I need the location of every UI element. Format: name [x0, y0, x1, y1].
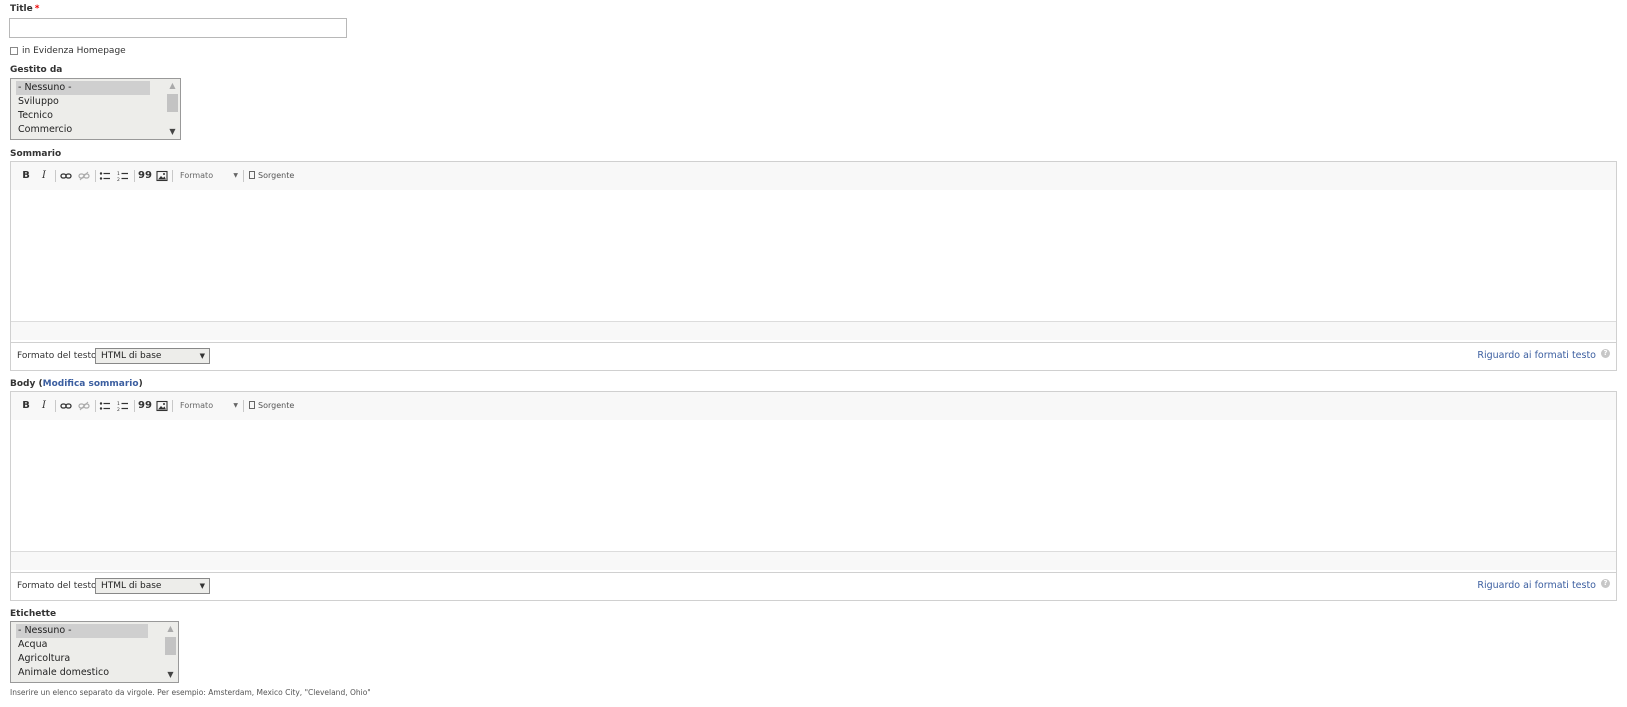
source-button-label: Sorgente	[258, 171, 295, 180]
italic-button[interactable]: I	[39, 400, 49, 412]
help-icon[interactable]: ?	[1601, 579, 1610, 588]
image-icon[interactable]	[156, 170, 168, 182]
tags-listbox[interactable]: - Nessuno - Acqua Agricoltura Animale do…	[10, 621, 179, 683]
body-text-area[interactable]	[11, 420, 1616, 551]
toolbar-separator	[243, 170, 244, 182]
tags-option[interactable]: Agricoltura	[16, 652, 70, 666]
bold-button[interactable]: B	[21, 400, 31, 412]
numbered-list-icon[interactable]: 12	[117, 170, 129, 183]
body-editor: B I 12 99 Formato ▼ Sorgente Formato del …	[10, 391, 1617, 601]
toolbar-separator	[134, 400, 135, 412]
svg-text:1: 1	[117, 401, 120, 407]
bulleted-list-icon[interactable]	[99, 400, 111, 412]
managed-by-scrollbar[interactable]: ▲ ▼	[166, 80, 179, 138]
italic-button[interactable]: I	[39, 170, 49, 182]
toolbar-separator	[134, 170, 135, 182]
source-button[interactable]: Sorgente	[249, 170, 309, 182]
managed-by-option[interactable]: Commercio	[16, 123, 72, 137]
text-format-value: HTML di base	[101, 581, 162, 591]
toolbar-separator	[95, 400, 96, 412]
svg-text:2: 2	[117, 177, 120, 182]
featured-checkbox-label: in Evidenza Homepage	[22, 46, 126, 56]
summary-text-area[interactable]	[11, 190, 1616, 321]
scroll-up-arrow-icon[interactable]: ▲	[164, 623, 177, 635]
toolbar-separator	[55, 400, 56, 412]
numbered-list-icon[interactable]: 12	[117, 400, 129, 413]
body-format-row: Formato del testo HTML di base ▼ Riguardo…	[11, 572, 1616, 600]
body-status-bar	[11, 551, 1616, 570]
managed-by-option[interactable]: - Nessuno -	[16, 81, 150, 95]
scroll-down-arrow-icon[interactable]: ▼	[166, 126, 179, 138]
source-button[interactable]: Sorgente	[249, 400, 309, 412]
format-dropdown-label: Formato	[180, 401, 214, 410]
title-input[interactable]	[9, 18, 347, 38]
title-label: Title *	[10, 4, 40, 14]
body-toolbar: B I 12 99 Formato ▼ Sorgente	[11, 392, 1616, 421]
scrollbar-thumb[interactable]	[165, 637, 176, 655]
chevron-down-icon: ▼	[199, 582, 205, 590]
managed-by-option[interactable]: Tecnico	[16, 109, 53, 123]
unlink-icon[interactable]	[78, 170, 90, 182]
svg-text:1: 1	[117, 171, 120, 177]
toolbar-separator	[243, 400, 244, 412]
required-marker: *	[34, 4, 40, 14]
managed-by-listbox[interactable]: - Nessuno - Sviluppo Tecnico Commercio ▲…	[10, 78, 181, 140]
chevron-down-icon: ▼	[233, 172, 238, 179]
bold-button[interactable]: B	[21, 170, 31, 182]
text-format-value: HTML di base	[101, 351, 162, 361]
source-button-label: Sorgente	[258, 401, 295, 410]
bulleted-list-icon[interactable]	[99, 170, 111, 182]
chevron-down-icon: ▼	[233, 402, 238, 409]
toolbar-separator	[95, 170, 96, 182]
text-format-label: Formato del testo	[17, 581, 97, 591]
format-dropdown[interactable]: Formato ▼	[180, 400, 238, 412]
featured-checkbox-row[interactable]: in Evidenza Homepage	[10, 45, 126, 57]
tags-help-text: Inserire un elenco separato da virgole. …	[10, 688, 371, 697]
source-icon	[249, 401, 255, 409]
help-icon[interactable]: ?	[1601, 349, 1610, 358]
link-icon[interactable]	[60, 170, 72, 182]
managed-by-label: Gestito da	[10, 65, 63, 75]
summary-label: Sommario	[10, 149, 62, 159]
tags-option[interactable]: Animale domestico	[16, 666, 109, 680]
unlink-icon[interactable]	[78, 400, 90, 412]
summary-status-bar	[11, 321, 1616, 340]
blockquote-button[interactable]: 99	[138, 400, 152, 412]
scroll-down-arrow-icon[interactable]: ▼	[164, 669, 177, 681]
scrollbar-thumb[interactable]	[167, 94, 178, 112]
text-format-help-link[interactable]: Riguardo ai formati testo	[1477, 350, 1596, 361]
tags-option[interactable]: - Nessuno -	[16, 624, 148, 638]
managed-by-option[interactable]: Sviluppo	[16, 95, 59, 109]
svg-text:2: 2	[117, 407, 120, 412]
format-dropdown-label: Formato	[180, 171, 214, 180]
scroll-up-arrow-icon[interactable]: ▲	[166, 80, 179, 92]
toolbar-separator	[172, 400, 173, 412]
image-icon[interactable]	[156, 400, 168, 412]
text-format-select[interactable]: HTML di base ▼	[95, 578, 210, 594]
tags-scrollbar[interactable]: ▲ ▼	[164, 623, 177, 681]
link-icon[interactable]	[60, 400, 72, 412]
featured-checkbox[interactable]	[10, 47, 18, 55]
tags-option[interactable]: Acqua	[16, 638, 47, 652]
tags-label: Etichette	[10, 609, 57, 619]
text-format-help-link[interactable]: Riguardo ai formati testo	[1477, 580, 1596, 591]
text-format-label: Formato del testo	[17, 351, 97, 361]
format-dropdown[interactable]: Formato ▼	[180, 170, 238, 182]
summary-format-row: Formato del testo HTML di base ▼ Riguardo…	[11, 342, 1616, 370]
body-label: Body (Modifica sommario)	[10, 379, 143, 389]
toolbar-separator	[55, 170, 56, 182]
source-icon	[249, 171, 255, 179]
chevron-down-icon: ▼	[199, 352, 205, 360]
summary-editor: B I 12 99 Formato ▼ Sorgente Formato del …	[10, 161, 1617, 371]
edit-summary-link[interactable]: Modifica sommario	[43, 379, 139, 389]
summary-toolbar: B I 12 99 Formato ▼ Sorgente	[11, 162, 1616, 191]
toolbar-separator	[172, 170, 173, 182]
blockquote-button[interactable]: 99	[138, 170, 152, 182]
text-format-select[interactable]: HTML di base ▼	[95, 348, 210, 364]
